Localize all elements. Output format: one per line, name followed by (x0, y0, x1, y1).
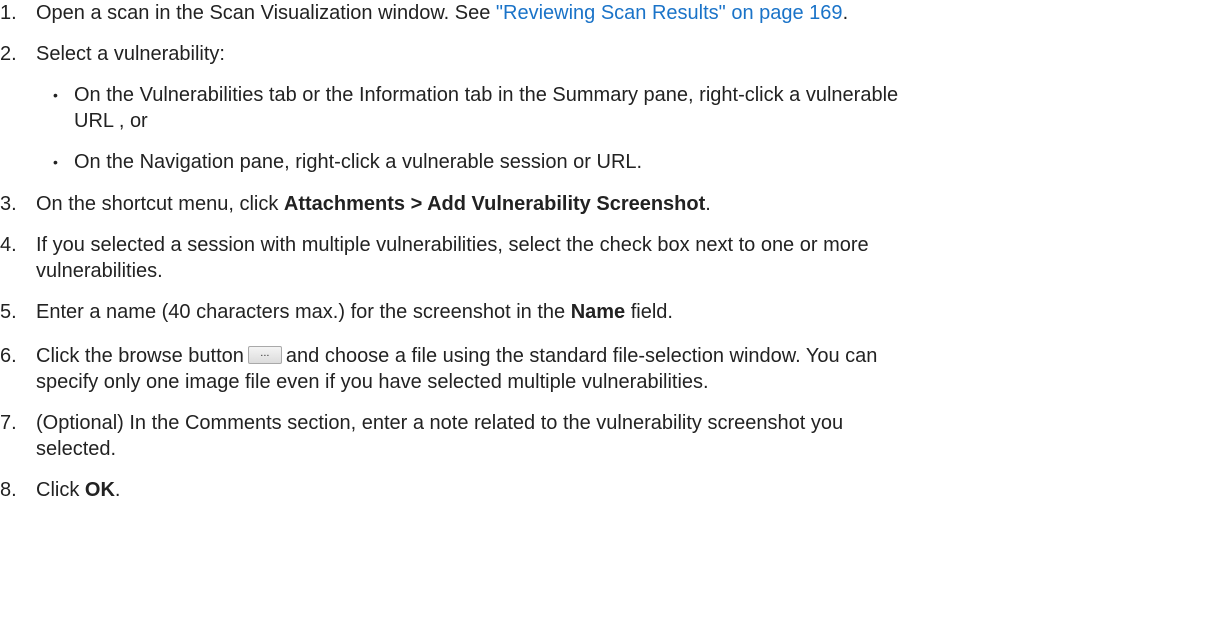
step-text: Click (36, 479, 85, 501)
step-text: (Optional) In the Comments section, ente… (36, 412, 844, 434)
step-number: 1. (0, 2, 17, 24)
step-text: Click the browse button (36, 345, 244, 367)
step-number: 3. (0, 193, 17, 215)
step-number: 7. (0, 412, 17, 434)
bullet-icon: • (53, 87, 58, 103)
step-number: 8. (0, 479, 17, 501)
step-number: 4. (0, 234, 17, 256)
step-text: Select a vulnerability: (36, 43, 225, 65)
step-text: selected. (36, 438, 117, 460)
step-text: specify only one image file even if you … (36, 371, 709, 393)
step-text: Open a scan in the Scan Visualization wi… (36, 2, 496, 24)
bullet-icon: • (53, 154, 58, 170)
step-text: Enter a name (40 characters max.) for th… (36, 301, 571, 323)
bullet-text: On the Vulnerabilities tab or the Inform… (74, 84, 899, 106)
procedure-document: 1. Open a scan in the Scan Visualization… (0, 2, 899, 501)
step-text: If you selected a session with multiple … (36, 234, 869, 256)
step-number: 5. (0, 301, 17, 323)
menu-path: Attachments > Add Vulnerability Screensh… (283, 193, 706, 215)
step-text: On the shortcut menu, click (36, 193, 284, 215)
ok-button-label: OK (84, 479, 115, 501)
browse-button-icon[interactable]: ... (247, 346, 282, 365)
step-number: 2. (0, 43, 17, 65)
step-number: 6. (0, 345, 17, 367)
bullet-text: URL , or (74, 110, 148, 132)
step-text: vulnerabilities. (36, 260, 163, 282)
field-name: Name (570, 301, 626, 323)
bullet-text: On the Navigation pane, right-click a vu… (74, 151, 643, 173)
reviewing-scan-results-link[interactable]: "Reviewing Scan Results" on page 169 (496, 2, 843, 24)
